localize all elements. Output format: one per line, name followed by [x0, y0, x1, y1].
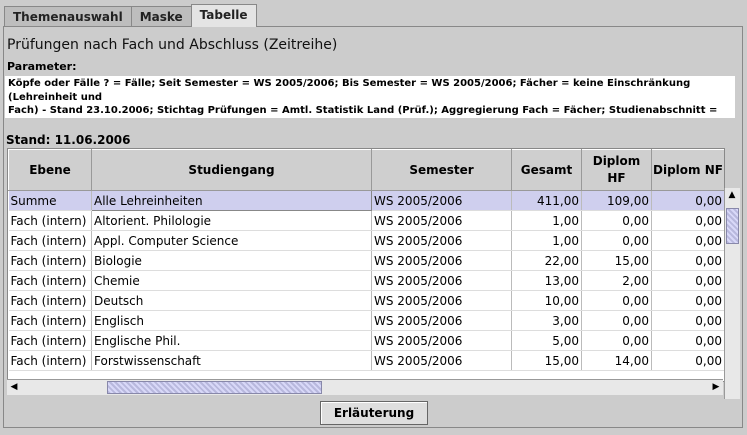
table-cell[interactable]: 0,00: [651, 330, 724, 351]
table-row[interactable]: Fach (intern) Forstwissenschaft WS 2005/20…: [8, 350, 724, 371]
table-row[interactable]: Fach (intern) Appl. Computer Science WS 20…: [8, 230, 724, 251]
table-cell[interactable]: 0,00: [651, 350, 724, 371]
table-cell[interactable]: Deutsch: [91, 290, 372, 311]
table-cell[interactable]: Alle Lehreinheiten: [91, 190, 372, 211]
table-cell[interactable]: Fach (intern): [8, 230, 92, 251]
table-cell[interactable]: Fach (intern): [8, 210, 92, 231]
table-cell[interactable]: Fach (intern): [8, 250, 92, 271]
table-cell[interactable]: 10,00: [511, 290, 582, 311]
table-cell[interactable]: 0,00: [651, 210, 724, 231]
result-table: Ebene Studiengang Semester Gesamt Diplom…: [7, 148, 725, 382]
stand-date: Stand: 11.06.2006: [6, 133, 131, 147]
scroll-left-icon[interactable]: ◀: [7, 380, 21, 394]
table-cell[interactable]: WS 2005/2006: [371, 250, 512, 271]
table-cell[interactable]: 0,00: [651, 230, 724, 251]
table-cell[interactable]: 0,00: [581, 210, 652, 231]
table-cell[interactable]: 3,00: [511, 310, 582, 331]
table-cell[interactable]: 0,00: [651, 250, 724, 271]
table-cell[interactable]: Fach (intern): [8, 290, 92, 311]
table-cell[interactable]: 0,00: [581, 330, 652, 351]
column-header-diplom-hf[interactable]: Diplom HF: [581, 149, 652, 191]
column-header-gesamt[interactable]: Gesamt: [511, 149, 582, 191]
table-cell[interactable]: Fach (intern): [8, 310, 92, 331]
table-cell[interactable]: 15,00: [581, 250, 652, 271]
table-cell[interactable]: 13,00: [511, 270, 582, 291]
tab-themenauswahl[interactable]: Themenauswahl: [4, 6, 132, 27]
tab-maske[interactable]: Maske: [130, 6, 192, 27]
table-cell[interactable]: 411,00: [511, 190, 582, 211]
table-cell[interactable]: 109,00: [581, 190, 652, 211]
table-cell[interactable]: 0,00: [651, 270, 724, 291]
table-row[interactable]: Fach (intern) Chemie WS 2005/2006 13,00 2,00…: [8, 270, 724, 291]
table-cell[interactable]: WS 2005/2006: [371, 190, 512, 211]
table-cell[interactable]: Chemie: [91, 270, 372, 291]
erlaeuterung-button[interactable]: Erläuterung: [320, 401, 428, 425]
table-cell[interactable]: WS 2005/2006: [371, 350, 512, 371]
table-row[interactable]: Fach (intern) Altorient. Philologie WS 200…: [8, 210, 724, 231]
table-cell[interactable]: Summe: [8, 190, 92, 211]
tab-bar: Themenauswahl Maske Tabelle: [4, 4, 257, 27]
vertical-scroll-thumb[interactable]: [726, 208, 739, 244]
report-title: Prüfungen nach Fach und Abschluss (Zeitr…: [7, 37, 338, 53]
table-cell[interactable]: Fach (intern): [8, 330, 92, 351]
table-header-row: Ebene Studiengang Semester Gesamt Diplom…: [8, 149, 724, 191]
table-cell[interactable]: Fach (intern): [8, 350, 92, 371]
column-header-studiengang[interactable]: Studiengang: [91, 149, 372, 191]
table-cell[interactable]: 14,00: [581, 350, 652, 371]
table-cell[interactable]: 1,00: [511, 230, 582, 251]
horizontal-scroll-thumb[interactable]: [107, 381, 322, 394]
table-cell[interactable]: 0,00: [651, 290, 724, 311]
table-cell[interactable]: 5,00: [511, 330, 582, 351]
vertical-scrollbar[interactable]: ▲: [724, 188, 740, 399]
table-cell[interactable]: Appl. Computer Science: [91, 230, 372, 251]
table-cell[interactable]: Englische Phil.: [91, 330, 372, 351]
table-cell[interactable]: WS 2005/2006: [371, 330, 512, 351]
table-cell[interactable]: 0,00: [651, 190, 724, 211]
table-row[interactable]: Fach (intern) Biologie WS 2005/2006 22,00 15…: [8, 250, 724, 271]
table-cell[interactable]: 2,00: [581, 270, 652, 291]
scroll-up-icon[interactable]: ▲: [725, 188, 739, 202]
table-cell[interactable]: Forstwissenschaft: [91, 350, 372, 371]
parameter-text: Köpfe oder Fälle ? = Fälle; Seit Semeste…: [5, 76, 735, 118]
table-cell[interactable]: Altorient. Philologie: [91, 210, 372, 231]
table-cell[interactable]: 22,00: [511, 250, 582, 271]
table-row[interactable]: Fach (intern) Englisch WS 2005/2006 3,00 0,0…: [8, 310, 724, 331]
table-cell[interactable]: 0,00: [581, 290, 652, 311]
tabelle-panel: Prüfungen nach Fach und Abschluss (Zeitr…: [3, 26, 743, 428]
scroll-right-icon[interactable]: ▶: [709, 380, 723, 394]
column-header-semester[interactable]: Semester: [371, 149, 512, 191]
tab-tabelle[interactable]: Tabelle: [190, 4, 257, 27]
horizontal-scrollbar[interactable]: ◀ ▶: [7, 379, 723, 395]
table-cell[interactable]: WS 2005/2006: [371, 210, 512, 231]
table-cell[interactable]: 0,00: [651, 310, 724, 331]
table-cell[interactable]: Biologie: [91, 250, 372, 271]
table-cell[interactable]: 0,00: [581, 310, 652, 331]
column-header-diplom-nf[interactable]: Diplom NF: [651, 149, 724, 191]
table-cell[interactable]: Fach (intern): [8, 270, 92, 291]
table-cell[interactable]: 1,00: [511, 210, 582, 231]
parameter-label: Parameter:: [7, 60, 77, 73]
table-cell[interactable]: WS 2005/2006: [371, 310, 512, 331]
table-cell[interactable]: 0,00: [581, 230, 652, 251]
table-cell[interactable]: WS 2005/2006: [371, 290, 512, 311]
table-row[interactable]: Fach (intern) Englische Phil. WS 2005/2006…: [8, 330, 724, 351]
table-cell[interactable]: WS 2005/2006: [371, 230, 512, 251]
table-cell[interactable]: Englisch: [91, 310, 372, 331]
table-row[interactable]: Summe Alle Lehreinheiten WS 2005/2006 411,0…: [8, 190, 724, 211]
column-header-ebene[interactable]: Ebene: [8, 149, 92, 191]
table-cell[interactable]: WS 2005/2006: [371, 270, 512, 291]
table-cell[interactable]: 15,00: [511, 350, 582, 371]
table-row[interactable]: Fach (intern) Deutsch WS 2005/2006 10,00 0,0…: [8, 290, 724, 311]
